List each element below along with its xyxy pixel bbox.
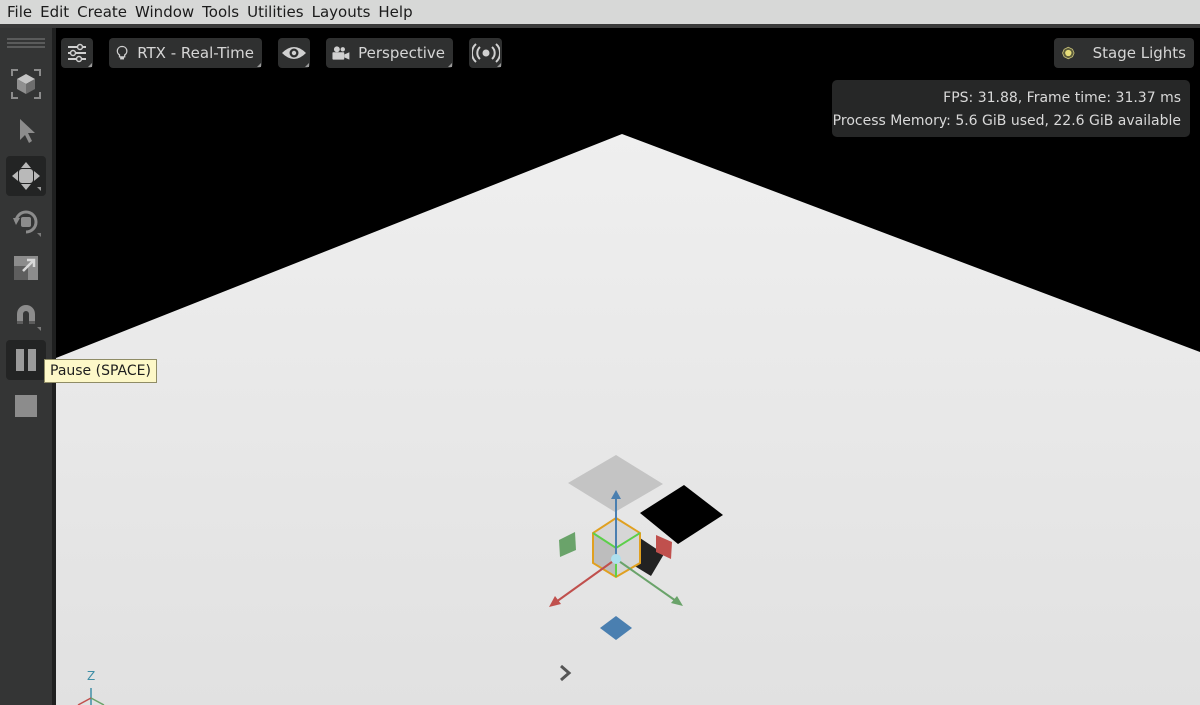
viewport-settings-button[interactable] xyxy=(61,38,93,68)
menu-edit[interactable]: Edit xyxy=(36,0,73,24)
fps-readout: FPS: 31.88, Frame time: 31.37 ms xyxy=(943,90,1181,106)
dropdown-corner-icon xyxy=(257,63,261,67)
camera-label: Perspective xyxy=(358,44,445,62)
scale-button[interactable] xyxy=(6,248,46,288)
pause-tooltip: Pause (SPACE) xyxy=(44,359,157,383)
menu-help[interactable]: Help xyxy=(374,0,416,24)
render-mode-button[interactable]: RTX - Real-Time xyxy=(109,38,262,68)
menu-tools[interactable]: Tools xyxy=(198,0,243,24)
rotate-icon xyxy=(13,210,41,237)
stage-lights-button[interactable]: Stage Lights xyxy=(1054,38,1194,68)
dropdown-corner-icon xyxy=(448,63,452,67)
lightbulb-icon xyxy=(116,45,128,60)
select-button[interactable] xyxy=(6,110,46,150)
menu-layouts[interactable]: Layouts xyxy=(308,0,375,24)
performance-stats-panel: FPS: 31.88, Frame time: 31.37 ms Process… xyxy=(832,80,1190,137)
camera-icon xyxy=(332,46,350,60)
menu-window[interactable]: Window xyxy=(131,0,198,24)
dropdown-corner-icon xyxy=(305,63,309,67)
menu-utilities[interactable]: Utilities xyxy=(243,0,307,24)
dropdown-corner-icon xyxy=(497,63,501,67)
toolbar-grip-line xyxy=(7,42,45,44)
select-mode-button[interactable] xyxy=(6,64,46,104)
toolbar-grip-line xyxy=(7,46,45,48)
move-gizmo-icon xyxy=(12,162,41,191)
stop-button[interactable] xyxy=(6,386,46,426)
select-mode-cube-icon xyxy=(11,69,41,99)
gizmo-center-handle[interactable] xyxy=(611,554,621,564)
pause-button[interactable] xyxy=(6,340,46,380)
snap-button[interactable] xyxy=(6,296,46,336)
memory-readout: Process Memory: 5.6 GiB used, 22.6 GiB a… xyxy=(832,113,1181,129)
sliders-icon xyxy=(68,43,86,63)
snap-magnet-icon xyxy=(17,305,41,331)
select-arrow-icon xyxy=(20,119,35,143)
app-window: File Edit Create Window Tools Utilities … xyxy=(0,0,1200,705)
scale-icon xyxy=(14,256,38,280)
eye-icon xyxy=(282,47,306,59)
stage-lights-label: Stage Lights xyxy=(1092,44,1186,62)
rotate-button[interactable] xyxy=(6,202,46,242)
move-button[interactable] xyxy=(6,156,46,196)
camera-button[interactable]: Perspective xyxy=(326,38,453,68)
menu-bar: File Edit Create Window Tools Utilities … xyxy=(0,0,1200,24)
stop-icon xyxy=(15,395,37,417)
render-mode-label: RTX - Real-Time xyxy=(137,44,254,62)
dropdown-corner-icon xyxy=(88,63,92,67)
broadcast-button[interactable] xyxy=(469,38,502,68)
menu-create[interactable]: Create xyxy=(73,0,131,24)
axis-z-label: Z xyxy=(87,669,96,683)
sun-light-icon xyxy=(1062,46,1075,60)
viewport[interactable]: Z RTX - Real-Time Perspective Stage Ligh… xyxy=(56,28,1200,705)
menu-file[interactable]: File xyxy=(3,0,36,24)
toolbar-grip-line xyxy=(7,38,45,40)
ground-plane xyxy=(56,134,1200,705)
pause-icon xyxy=(16,349,36,371)
broadcast-icon xyxy=(471,43,500,63)
visibility-button[interactable] xyxy=(278,38,310,68)
